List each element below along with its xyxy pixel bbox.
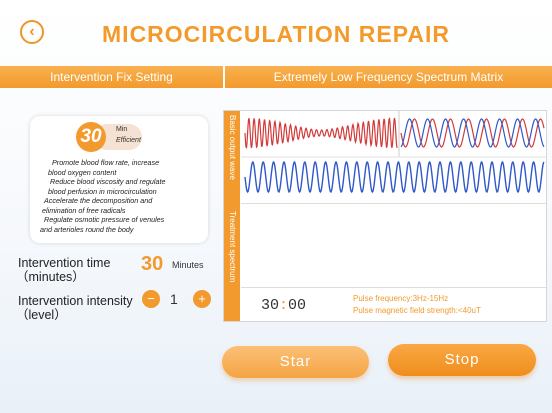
benefit-line: blood perfusion in microcirculation (48, 186, 157, 196)
timer-minutes: 30 (261, 297, 280, 314)
intensity-unit-label: （level） (16, 308, 67, 322)
basic-output-wave (241, 111, 546, 203)
countdown-timer: 30:00 (261, 297, 306, 314)
benefit-line: Accelerate the decomposition and (44, 196, 153, 205)
time-value: 30 (141, 253, 164, 275)
increase-intensity-button[interactable]: + (193, 290, 211, 308)
efficacy-card: 30 Min Efficient Promote blood flow rate… (30, 116, 208, 243)
badge-minutes: 30 (76, 122, 106, 152)
duration-badge: 30 Min Efficient (76, 122, 144, 152)
benefit-line: elimination of free radicals (42, 205, 126, 215)
wave-chart (241, 111, 546, 194)
benefit-line: Reduce blood viscosity and regulate (50, 177, 166, 186)
benefit-line: blood oxygen content (48, 167, 117, 177)
treatment-spectrum-area (241, 203, 546, 288)
basic-wave-label: Basic output wave (228, 115, 237, 180)
section-header-bar: Intervention Fix Setting Extremely Low F… (0, 66, 552, 88)
timer-colon: : (279, 297, 289, 314)
time-label: Intervention time (18, 256, 111, 270)
intensity-value: 1 (170, 291, 178, 307)
decrease-intensity-button[interactable]: − (142, 290, 160, 308)
benefit-line: Promote blood flow rate, increase (52, 158, 160, 167)
badge-unit: Min (116, 126, 128, 133)
red-modulated-wave (244, 117, 398, 149)
section-title-right: Extremely Low Frequency Spectrum Matrix (273, 70, 504, 84)
benefit-list: Promote blood flow rate, increase blood … (38, 158, 206, 234)
benefit-line: Regulate osmotic pressure of venules (44, 215, 165, 224)
timer-seconds: 00 (288, 297, 307, 314)
intensity-label: Intervention intensity (18, 294, 133, 308)
time-unit: Minutes (172, 260, 204, 270)
spectrum-panel: Basic output wave Treatment spectrum 30:… (223, 110, 547, 322)
benefit-line: and arterioles round the body (40, 224, 134, 234)
treatment-spectrum-label: Treatment spectrum (228, 211, 237, 283)
start-button[interactable]: Star (222, 346, 369, 378)
stop-button[interactable]: Stop (388, 344, 536, 376)
section-title-left: Intervention Fix Setting (0, 66, 225, 88)
page-title: MICROCIRCULATION REPAIR (102, 21, 450, 47)
pulse-frequency: Pulse frequency:3Hz-15Hz (353, 294, 449, 303)
time-unit-label: （minutes） (16, 270, 85, 284)
status-row: 30:00 Pulse frequency:3Hz-15Hz Pulse mag… (241, 287, 546, 322)
field-strength: Pulse magnetic field strength:<40uT (353, 306, 481, 315)
blue-carrier-wave (244, 160, 545, 194)
side-label-column: Basic output wave Treatment spectrum (224, 111, 240, 321)
badge-subtext: Efficient (116, 137, 141, 144)
